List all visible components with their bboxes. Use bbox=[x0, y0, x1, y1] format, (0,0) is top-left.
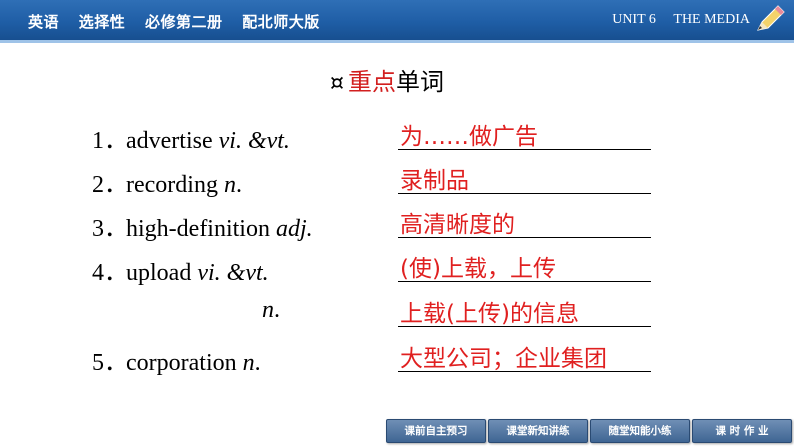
vocab-row: 1．advertise vi. &vt. 为……做广告 bbox=[0, 114, 794, 154]
edition-label: 配北师大版 bbox=[242, 13, 320, 31]
nav-homework-button[interactable]: 课 时 作 业 bbox=[692, 419, 792, 443]
part-of-speech: n bbox=[242, 350, 255, 376]
pos-tail: . bbox=[235, 172, 242, 198]
word: corporation bbox=[126, 350, 243, 376]
pencil-icon bbox=[757, 5, 785, 31]
nav-preview-button[interactable]: 课前自主预习 bbox=[386, 419, 486, 443]
item-number: 2． bbox=[92, 172, 128, 198]
unit-title: THE MEDIA bbox=[673, 12, 750, 27]
elective-label: 选择性 bbox=[78, 13, 126, 31]
part-of-speech: n bbox=[223, 172, 236, 198]
word: upload bbox=[126, 260, 198, 286]
title-text: 单词 bbox=[396, 68, 444, 96]
answer-line bbox=[398, 193, 651, 194]
answer-line bbox=[398, 149, 651, 150]
word: high-definition bbox=[126, 216, 276, 242]
unit-label: UNIT 6 THE MEDIA bbox=[598, 12, 750, 28]
part-of-speech: vi. &vt. bbox=[218, 128, 290, 154]
vocab-row: 4．upload vi. &vt. (使)上载，上传 bbox=[0, 246, 794, 286]
decor-icon: ¤ bbox=[330, 71, 344, 96]
vocab-row: 3．high-definition adj. 高清晰度的 bbox=[0, 202, 794, 242]
answer-text: 高清晰度的 bbox=[400, 212, 515, 238]
answer-text: 为……做广告 bbox=[400, 124, 538, 150]
answer-text: (使)上载，上传 bbox=[400, 256, 556, 282]
vocab-row: 2．recording n. 录制品 bbox=[0, 158, 794, 198]
answer-text: 大型公司；企业集团 bbox=[400, 346, 607, 372]
unit-number: UNIT 6 bbox=[612, 12, 656, 27]
vocab-term: 5．corporation n. bbox=[92, 342, 261, 377]
pos-tail: . bbox=[254, 350, 261, 376]
section-title: ¤ 重点单词 bbox=[330, 62, 444, 97]
course-breadcrumb: 英语 选择性 必修第二册 配北师大版 bbox=[28, 11, 334, 32]
item-number: 1． bbox=[92, 128, 128, 154]
nav-practice-button[interactable]: 随堂知能小练 bbox=[590, 419, 690, 443]
word: recording bbox=[126, 172, 224, 198]
vocab-term: 3．high-definition adj. bbox=[92, 208, 313, 243]
part-of-speech: vi. &vt. bbox=[197, 260, 269, 286]
part-of-speech: adj. bbox=[275, 216, 313, 242]
nav-lesson-button[interactable]: 课堂新知讲练 bbox=[488, 419, 588, 443]
vocab-term: n. bbox=[262, 297, 280, 324]
volume-label: 必修第二册 bbox=[145, 13, 223, 31]
item-number: 4． bbox=[92, 260, 128, 286]
part-of-speech: n bbox=[262, 297, 274, 323]
vocab-row: 5．corporation n. 大型公司；企业集团 bbox=[0, 336, 794, 376]
header-bar: 英语 选择性 必修第二册 配北师大版 UNIT 6 THE MEDIA bbox=[0, 0, 794, 40]
answer-line bbox=[398, 326, 651, 327]
item-number: 5． bbox=[92, 350, 128, 376]
answer-line bbox=[398, 371, 651, 372]
vocab-term: 4．upload vi. &vt. bbox=[92, 252, 269, 287]
answer-line bbox=[398, 237, 651, 238]
pos-tail: . bbox=[274, 297, 280, 323]
answer-text: 录制品 bbox=[400, 168, 469, 194]
item-number: 3． bbox=[92, 216, 128, 242]
vocab-term: 1．advertise vi. &vt. bbox=[92, 120, 290, 155]
answer-line bbox=[398, 281, 651, 282]
answer-text: 上载(上传)的信息 bbox=[400, 301, 579, 327]
header-stripe bbox=[0, 40, 794, 43]
title-highlight: 重点 bbox=[348, 68, 396, 96]
vocab-term: 2．recording n. bbox=[92, 164, 242, 199]
subject-label: 英语 bbox=[28, 13, 60, 31]
vocab-row: n. 上载(上传)的信息 bbox=[0, 291, 794, 331]
word: advertise bbox=[126, 128, 219, 154]
